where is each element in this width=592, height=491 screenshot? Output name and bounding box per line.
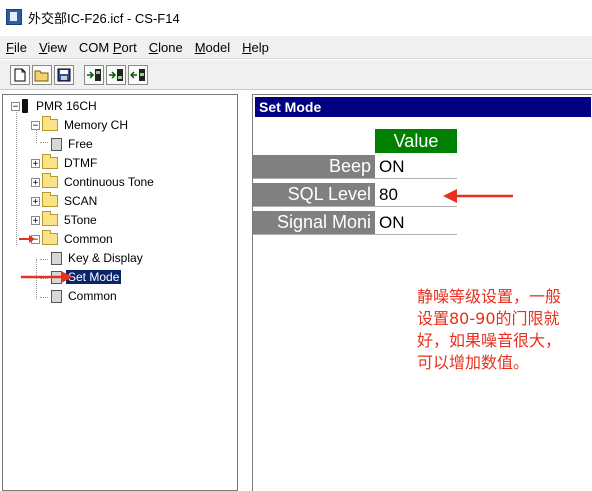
setting-value[interactable]: ON xyxy=(375,211,457,235)
app-icon xyxy=(6,9,22,25)
tree-node-label: Free xyxy=(68,137,93,151)
tree-node-free[interactable]: Free xyxy=(51,135,95,153)
tree-node-label: Key & Display xyxy=(68,251,143,265)
menu-help[interactable]: Help xyxy=(236,40,275,55)
arrow-icon xyxy=(21,271,73,283)
annotation-line: 好，如果噪音很大， xyxy=(417,331,562,350)
arrow-icon xyxy=(19,235,35,243)
setting-label: SQL Level xyxy=(253,183,375,207)
setting-row-beep: Beep ON xyxy=(253,155,457,179)
tree-node-5tone[interactable]: + 5Tone xyxy=(31,211,99,229)
settings-page-icon xyxy=(51,251,62,265)
expand-icon[interactable]: + xyxy=(31,196,40,206)
tree-node-dtmf[interactable]: + DTMF xyxy=(31,154,99,172)
folder-icon xyxy=(42,116,58,131)
tree-view[interactable]: − PMR 16CH − Memory CH Free + DTMF + Con… xyxy=(2,94,238,491)
value-column-header: Value xyxy=(375,129,457,153)
tree-node-key-display[interactable]: Key & Display xyxy=(51,249,145,267)
folder-icon xyxy=(42,211,58,226)
setting-label: Signal Moni xyxy=(253,211,375,235)
setting-row-sql-level: SQL Level 80 xyxy=(253,183,457,207)
collapse-icon[interactable]: − xyxy=(31,120,40,130)
annotation-note: 静噪等级设置，一般 设置80-90的门限就 好，如果噪音很大， 可以增加数值。 xyxy=(417,286,592,374)
radio-device-icon xyxy=(22,99,28,113)
folder-icon xyxy=(42,230,58,245)
setting-label: Beep xyxy=(253,155,375,179)
tree-node-pmr-16ch[interactable]: − PMR 16CH xyxy=(11,97,99,115)
menu-clone[interactable]: Clone xyxy=(143,40,189,55)
new-file-icon[interactable] xyxy=(10,64,30,85)
title-bar: 外交部IC-F26.icf - CS-F14 xyxy=(0,0,592,34)
tree-node-memory-ch[interactable]: − Memory CH xyxy=(31,116,130,134)
menu-com-port[interactable]: COM Port xyxy=(73,40,143,55)
folder-icon xyxy=(42,173,58,188)
tree-node-label: DTMF xyxy=(64,156,98,170)
read-radio-icon[interactable] xyxy=(84,64,104,85)
toolbar xyxy=(0,60,592,90)
clone-radio-icon[interactable] xyxy=(128,64,148,85)
arrow-icon xyxy=(443,189,513,203)
menu-bar: File View COM Port Clone Model Help xyxy=(0,36,592,59)
folder-icon xyxy=(42,192,58,207)
settings-page-icon xyxy=(51,137,62,151)
tree-node-common[interactable]: Common xyxy=(51,287,119,305)
tree-node-continuous-tone[interactable]: + Continuous Tone xyxy=(31,173,156,191)
tree-node-scan[interactable]: + SCAN xyxy=(31,192,99,210)
collapse-icon[interactable]: − xyxy=(11,101,20,111)
folder-icon xyxy=(42,154,58,169)
annotation-line: 设置80-90的门限就 xyxy=(417,309,560,328)
tree-node-label: PMR 16CH xyxy=(36,99,97,113)
settings-page-icon xyxy=(51,289,62,303)
setting-value[interactable]: ON xyxy=(375,155,457,179)
panel-title: Set Mode xyxy=(255,97,591,117)
tree-node-label: Common xyxy=(64,232,113,246)
setting-row-signal-moni: Signal Moni ON xyxy=(253,211,457,235)
tree-node-label: Continuous Tone xyxy=(64,175,154,189)
open-folder-icon[interactable] xyxy=(32,64,52,85)
menu-model[interactable]: Model xyxy=(189,40,236,55)
menu-view[interactable]: View xyxy=(33,40,73,55)
tree-node-label: Common xyxy=(68,289,117,303)
save-icon[interactable] xyxy=(54,64,74,85)
tree-node-label: 5Tone xyxy=(64,213,97,227)
write-radio-icon[interactable] xyxy=(106,64,126,85)
expand-icon[interactable]: + xyxy=(31,215,40,225)
expand-icon[interactable]: + xyxy=(31,158,40,168)
tree-node-label: Memory CH xyxy=(64,118,129,132)
annotation-line: 静噪等级设置，一般 xyxy=(417,287,562,306)
annotation-line: 可以增加数值。 xyxy=(417,353,530,372)
tree-node-label: SCAN xyxy=(64,194,98,208)
menu-file[interactable]: File xyxy=(0,40,33,55)
expand-icon[interactable]: + xyxy=(31,177,40,187)
tree-node-common-group[interactable]: − Common xyxy=(31,230,115,248)
window-title: 外交部IC-F26.icf - CS-F14 xyxy=(28,10,180,26)
